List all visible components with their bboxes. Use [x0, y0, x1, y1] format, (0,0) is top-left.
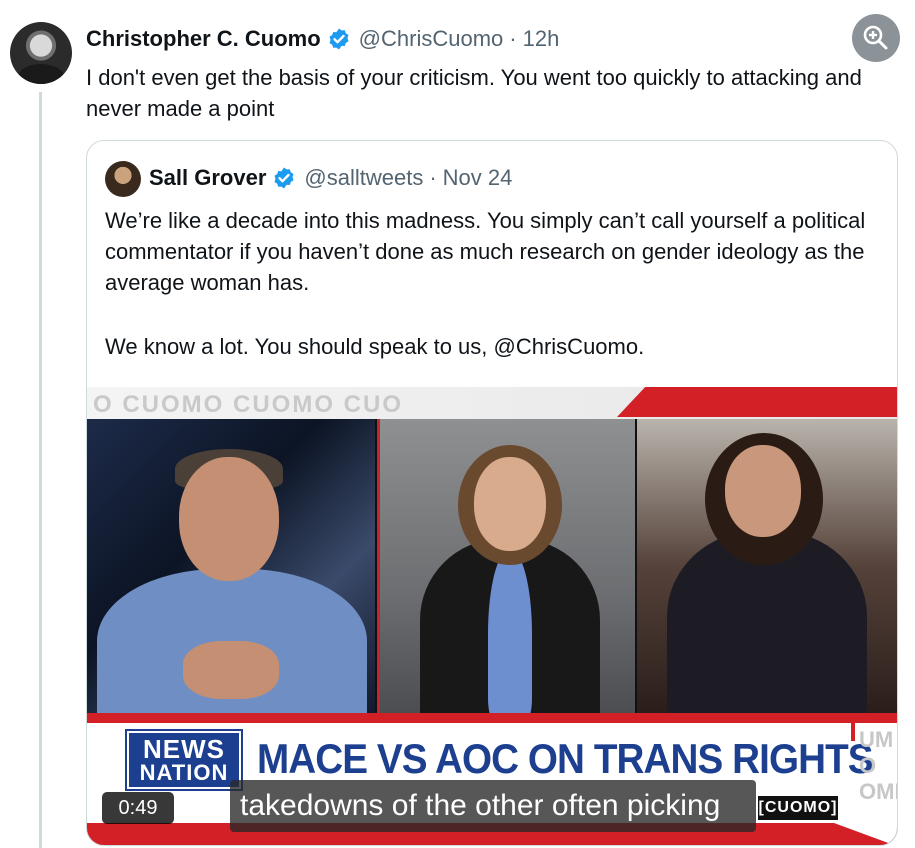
tweet-text: I don't even get the basis of your criti… — [86, 65, 862, 121]
video-player[interactable]: O CUOMO CUOMO CUO NEWS NATION MACE VS AO… — [87, 387, 898, 845]
newsnation-logo: NEWS NATION — [125, 729, 243, 791]
logo-line-1: NEWS — [143, 734, 225, 764]
lower-third-red-stripe — [87, 713, 897, 723]
video-duration: 0:49 — [102, 792, 174, 824]
video-panel-guest-1 — [377, 419, 635, 719]
video-panel-host — [87, 419, 375, 729]
separator-dot: · — [429, 165, 437, 190]
quoted-paragraph-1: We’re like a decade into this madness. Y… — [105, 208, 866, 295]
quoted-author-handle[interactable]: @salltweets — [304, 165, 423, 191]
author-name[interactable]: Christopher C. Cuomo — [86, 26, 321, 52]
video-headline: MACE VS AOC ON TRANS RIGHTS — [257, 735, 874, 782]
video-panel-guest-2 — [637, 419, 897, 721]
corner-bracket — [833, 719, 855, 741]
zoom-in-button[interactable] — [852, 14, 900, 62]
author-handle[interactable]: @ChrisCuomo — [359, 26, 504, 52]
show-tag: [CUOMO] — [756, 794, 840, 822]
separator-dot: · — [509, 26, 517, 51]
video-watermark: O CUOMO CUOMO CUO — [93, 391, 403, 418]
video-caption: takedowns of the other often picking — [230, 780, 756, 832]
quoted-tweet-header: Sall Grover @salltweets · Nov 24 — [149, 165, 512, 191]
quoted-tweet-card[interactable]: Sall Grover @salltweets · Nov 24 We’re l… — [86, 140, 898, 846]
quoted-author-name[interactable]: Sall Grover — [149, 165, 266, 191]
quoted-tweet-text: We’re like a decade into this madness. Y… — [105, 205, 885, 395]
video-red-bar — [617, 387, 897, 417]
logo-line-2: NATION — [139, 760, 229, 785]
quoted-paragraph-2: We know a lot. You should speak to us, @… — [105, 334, 645, 359]
quoted-tweet-date[interactable]: Nov 24 — [443, 165, 513, 191]
verified-badge-icon — [327, 27, 351, 51]
thread-line — [39, 92, 42, 848]
tweet-header: Christopher C. Cuomo @ChrisCuomo · 12h — [86, 26, 559, 52]
tweet-timestamp[interactable]: 12h — [523, 26, 560, 52]
author-avatar[interactable] — [10, 22, 72, 84]
side-ghost-text: UM O OMI — [859, 727, 898, 804]
zoom-in-icon — [863, 25, 888, 50]
verified-badge-icon — [272, 166, 296, 190]
quoted-author-avatar[interactable] — [105, 161, 141, 197]
